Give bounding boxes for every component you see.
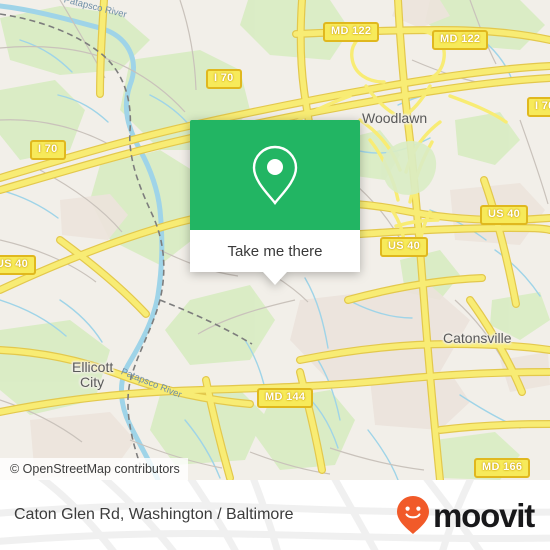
moovit-smiley-pin-icon — [397, 496, 430, 534]
road-shield-i-70-b: I 70 — [527, 97, 550, 117]
road-shield-md-144: MD 144 — [257, 388, 314, 408]
road-shield-md-122-a: MD 122 — [323, 22, 380, 42]
moovit-wordmark: moovit — [433, 496, 535, 534]
popup-pointer-tail — [263, 272, 287, 285]
road-shield-md-166: MD 166 — [474, 458, 531, 478]
osm-attribution[interactable]: © OpenStreetMap contributors — [0, 458, 188, 480]
place-label-city: City — [80, 374, 105, 390]
road-shield-md-122-b: MD 122 — [432, 30, 489, 50]
moovit-logo[interactable]: moovit — [396, 495, 535, 535]
road-shield-us-40-c: US 40 — [0, 255, 37, 275]
take-me-there-label: Take me there — [227, 242, 323, 260]
road-shield-us-40-b: US 40 — [380, 237, 429, 257]
road-shield-us-40-a: US 40 — [480, 205, 529, 225]
location-popup-card[interactable]: Take me there — [190, 120, 360, 285]
place-label-ellicott: Ellicott — [72, 359, 114, 375]
map-canvas[interactable]: MD 122 MD 122 I 70 I 70 I 70 US 40 US 40… — [0, 0, 550, 480]
map-pin-icon — [252, 145, 298, 205]
road-shield-i-70-a: I 70 — [206, 69, 242, 89]
location-title: Caton Glen Rd, Washington / Baltimore — [14, 506, 294, 523]
popup-action-row[interactable]: Take me there — [190, 230, 360, 285]
road-shield-i-70-c: I 70 — [30, 140, 66, 160]
footer-bar: Caton Glen Rd, Washington / Baltimore mo… — [0, 480, 550, 550]
place-label-catonsville: Catonsville — [443, 330, 512, 346]
place-label-woodlawn: Woodlawn — [362, 110, 428, 126]
popup-header — [190, 120, 360, 230]
